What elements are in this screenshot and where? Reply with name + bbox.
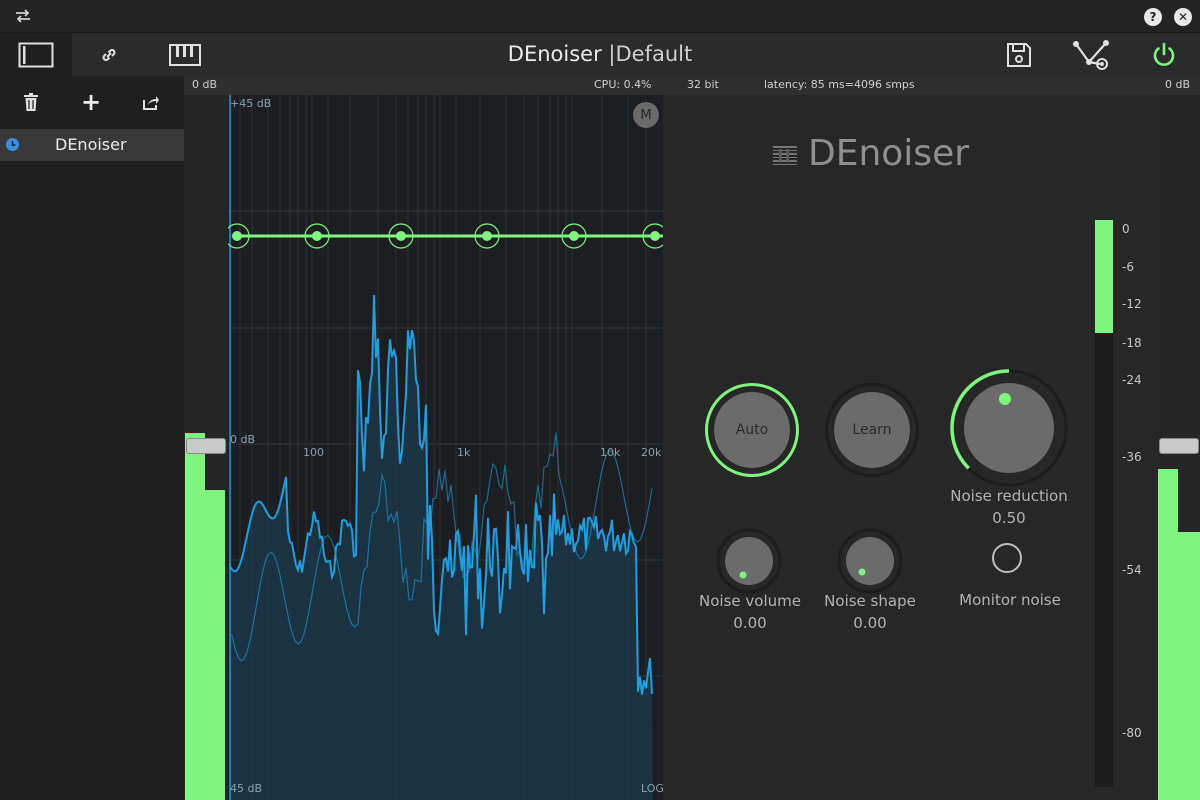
plugin-brand: DEnoiser xyxy=(808,133,970,174)
noise-reduction-label: Noise reduction xyxy=(950,487,1068,505)
title-bar: ? ✕ xyxy=(0,0,1200,33)
reduction-meter-bar xyxy=(1095,220,1113,334)
output-meter-left-bar xyxy=(1158,468,1178,800)
save-button[interactable] xyxy=(1003,40,1035,70)
auto-button[interactable]: Auto xyxy=(714,392,790,468)
learn-button[interactable]: Learn xyxy=(834,392,910,468)
spectrum-analyzer[interactable]: +45 dB 0 dB 45 dB LOG 100 1k 10k 20k M xyxy=(228,95,663,800)
piano-keys-icon xyxy=(169,43,201,66)
output-meter xyxy=(1158,95,1200,800)
threshold-node xyxy=(569,231,579,241)
freq-label-1k: 1k xyxy=(457,446,471,459)
help-icon[interactable]: ? xyxy=(1144,8,1162,26)
noise-reduction-value[interactable]: 0.50 xyxy=(943,509,1075,527)
scale-label-minus6: -6 xyxy=(1122,260,1134,274)
input-meter-left-bar xyxy=(185,433,205,800)
export-preset-button[interactable] xyxy=(138,90,164,114)
trash-icon xyxy=(24,92,38,111)
input-level-readout: 0 dB xyxy=(192,78,218,91)
freq-label-100: 100 xyxy=(303,446,324,459)
scale-label-minus12: -12 xyxy=(1122,297,1142,311)
clock-icon xyxy=(6,138,19,151)
noise-volume-label: Noise volume xyxy=(699,592,801,610)
threshold-node xyxy=(650,231,660,241)
output-meter-right-bar xyxy=(1178,532,1200,800)
scale-label-minus36: -36 xyxy=(1122,450,1142,464)
bit-depth-readout: 32 bit xyxy=(687,78,719,91)
swap-arrows-icon[interactable] xyxy=(12,6,34,26)
learn-button-label: Learn xyxy=(852,422,892,438)
output-gain-handle[interactable] xyxy=(1159,438,1199,454)
toolbar: DEnoiser |Default xyxy=(0,33,1200,76)
brand-logo-icon xyxy=(773,146,797,165)
tab-plugin-view[interactable] xyxy=(0,33,72,76)
power-icon xyxy=(1153,42,1175,66)
threshold-node xyxy=(396,231,406,241)
spectrum-top-label: +45 dB xyxy=(230,97,272,110)
scale-label-0: 0 xyxy=(1122,222,1130,236)
threshold-node xyxy=(232,231,242,241)
scale-label-minus24: -24 xyxy=(1122,373,1142,387)
output-level-readout: 0 dB xyxy=(1165,78,1191,91)
m-button-label: M xyxy=(640,107,652,123)
plus-icon: + xyxy=(80,88,102,116)
tab-routing[interactable] xyxy=(86,33,132,76)
add-preset-button[interactable]: + xyxy=(78,88,104,116)
monitor-noise-label: Monitor noise xyxy=(959,591,1061,609)
spectrum-scale-mode[interactable]: LOG xyxy=(641,782,663,795)
panel-icon xyxy=(18,42,54,67)
reduction-meter xyxy=(1095,220,1113,787)
node-graph-icon xyxy=(1073,40,1109,70)
scale-label-minus54: -54 xyxy=(1122,563,1142,577)
threshold-node xyxy=(312,231,322,241)
noise-shape-value[interactable]: 0.00 xyxy=(810,614,930,632)
noise-shape-knob[interactable] xyxy=(837,528,903,594)
plugin-title: DEnoiser xyxy=(507,42,602,66)
preset-label: DEnoiser xyxy=(55,135,127,154)
noise-reduction-knob[interactable] xyxy=(948,367,1070,489)
auto-button-label: Auto xyxy=(735,422,769,438)
node-graph-button[interactable] xyxy=(1070,38,1112,72)
input-meter-right-bar xyxy=(205,489,225,800)
noise-volume-value[interactable]: 0.00 xyxy=(690,614,810,632)
input-gain-handle[interactable] xyxy=(186,438,226,454)
noise-reduction-indicator xyxy=(999,393,1011,405)
threshold-node xyxy=(482,231,492,241)
link-icon xyxy=(102,48,116,61)
tab-keyboard[interactable] xyxy=(162,33,208,76)
cpu-readout: CPU: 0.4% xyxy=(594,78,652,91)
plugin-panel: DEnoiser Auto Learn Noise reduction 0.50… xyxy=(663,95,1158,800)
share-icon xyxy=(143,95,159,110)
status-bar: 0 dB CPU: 0.4% 32 bit latency: 85 ms=409… xyxy=(184,76,1200,95)
scale-label-minus18: -18 xyxy=(1122,336,1142,350)
noise-shape-label: Noise shape xyxy=(824,592,916,610)
spectrum-bottom-label: 45 dB xyxy=(230,782,263,795)
freq-label-10k: 10k xyxy=(600,446,621,459)
noise-volume-knob[interactable] xyxy=(716,528,782,594)
save-icon xyxy=(1007,43,1031,67)
power-button[interactable] xyxy=(1148,40,1180,70)
close-icon[interactable]: ✕ xyxy=(1174,8,1192,26)
scale-label-minus80: -80 xyxy=(1122,726,1142,740)
latency-readout: latency: 85 ms=4096 smps xyxy=(764,78,915,91)
freq-label-20k: 20k xyxy=(641,446,662,459)
m-button[interactable]: M xyxy=(633,102,659,128)
preset-list-item[interactable]: DEnoiser xyxy=(0,129,184,161)
title-separator: | xyxy=(608,42,616,66)
spectrum-mid-label: 0 dB xyxy=(230,433,256,446)
spectrum-graph xyxy=(228,95,663,800)
input-meter xyxy=(184,95,228,800)
delete-preset-button[interactable] xyxy=(18,90,44,114)
preset-sidebar: + DEnoiser xyxy=(0,76,184,800)
monitor-noise-toggle[interactable] xyxy=(992,543,1022,573)
preset-name[interactable]: Default xyxy=(615,42,692,66)
